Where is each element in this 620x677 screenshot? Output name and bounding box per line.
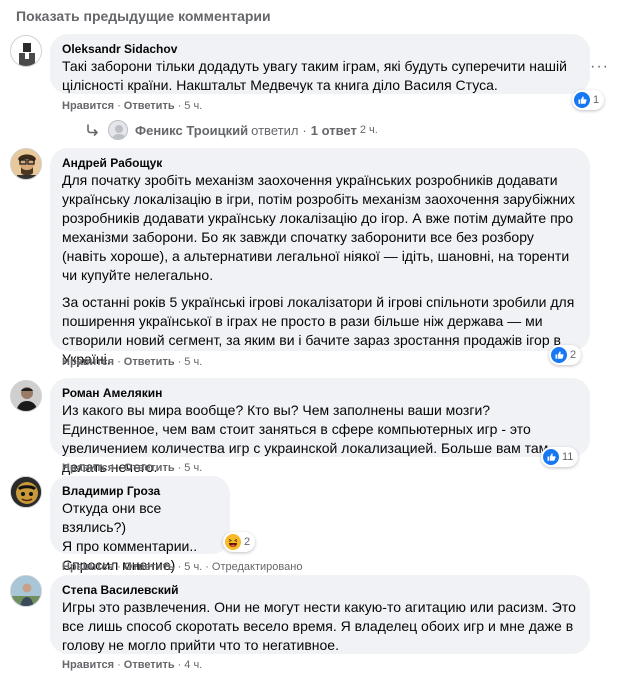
haha-icon [225,534,241,550]
reaction-number: 1 [593,94,600,106]
reply-link[interactable]: Ответить [124,462,175,474]
comment-time[interactable]: 4 ч. [184,659,202,671]
separator: · [177,462,182,474]
comment-actions: Нравится · Ответить · 5 ч. [62,461,202,475]
like-link[interactable]: Нравится [62,561,114,573]
comment-actions: Нравится · Ответить · 5 ч. [62,99,202,113]
reaction-number: 11 [562,451,574,463]
comment-paragraph: Такі заборони тільки додадуть увагу таки… [62,58,567,93]
separator: · [205,561,209,573]
more-options-icon[interactable]: ··· [590,58,609,76]
like-link[interactable]: Нравится [62,659,114,671]
comment-text: Такі заборони тільки додадуть увагу таки… [62,57,578,95]
comment-bubble: Роман Амелякин Из какого вы мира вообще?… [50,378,590,475]
comment-author[interactable]: Степа Василевский [62,582,578,598]
like-link[interactable]: Нравится [62,100,114,112]
avatar[interactable] [10,35,42,67]
replies-summary[interactable]: Феникс Троицкий ответил · 1 ответ 2 ч. [86,120,378,140]
reaction-count[interactable]: 2 [223,532,256,552]
comment-bubble: Андрей Рабощук Для початку зробіть механ… [50,148,590,367]
avatar[interactable] [10,476,42,508]
separator: · [117,462,121,474]
separator: · [302,122,307,138]
reply-link[interactable]: Ответить [124,561,175,573]
reaction-count[interactable]: 2 [549,345,582,365]
prev-comments-link[interactable]: Показать предыдущие комментарии [16,8,271,24]
comment-actions: Нравится · Ответить · 5 ч. · Отредактировано [62,560,302,574]
avatar [108,120,128,140]
like-icon [551,347,567,363]
reply-link[interactable]: Ответить [124,659,175,671]
comment-author[interactable]: Андрей Рабощук [62,155,578,171]
separator: · [177,659,182,671]
comment-paragraph: Для початку зробіть механізм заохочення … [62,172,575,283]
reaction-number: 2 [570,349,577,361]
comment-actions: Нравится · Ответить · 5 ч. [62,355,202,369]
comment-author[interactable]: Владимир Гроза [62,483,218,499]
reaction-count[interactable]: 11 [541,447,579,467]
avatar[interactable] [10,380,42,412]
comment-actions: Нравится · Ответить · 4 ч. [62,658,202,672]
separator: · [117,659,121,671]
avatar[interactable] [10,575,42,607]
comment-time[interactable]: 5 ч. [184,356,202,368]
reply-verb: ответил [251,122,299,138]
reply-author[interactable]: Феникс Троицкий [135,123,248,138]
comment-time[interactable]: 5 ч. [184,100,202,112]
comment-time[interactable]: 5 ч. [184,462,202,474]
reply-link[interactable]: Ответить [124,356,175,368]
comment-bubble: Владимир Гроза Откуда они все взялись?) … [50,476,230,573]
reply-count[interactable]: 1 ответ [311,123,357,138]
comment-time[interactable]: 5 ч. [184,561,202,573]
comment-author[interactable]: Oleksandr Sidachov [62,41,578,57]
reaction-count[interactable]: 1 [572,90,605,110]
reaction-number: 2 [244,536,251,548]
separator: · [117,356,121,368]
like-icon [574,92,590,108]
like-link[interactable]: Нравится [62,356,114,368]
avatar[interactable] [10,148,42,180]
comment-paragraph: Игры это развлечения. Они не могут нести… [62,599,576,653]
comment-bubble: Степа Василевский Игры это развлечения. … [50,575,590,654]
reply-arrow-icon [87,124,98,136]
comment-author[interactable]: Роман Амелякин [62,385,578,401]
separator: · [177,356,182,368]
reply-time: 2 ч. [359,124,378,136]
separator: · [177,561,182,573]
comment-text: Игры это развлечения. Они не могут нести… [62,598,578,655]
edited-label[interactable]: Отредактировано [212,561,303,573]
comment-bubble: Oleksandr Sidachov Такі заборони тільки … [50,34,590,94]
like-link[interactable]: Нравится [62,462,114,474]
reply-link[interactable]: Ответить [124,100,175,112]
like-icon [543,449,559,465]
comment-text: Для початку зробіть механізм заохочення … [62,171,578,369]
separator: · [177,100,182,112]
separator: · [117,100,121,112]
separator: · [117,561,121,573]
